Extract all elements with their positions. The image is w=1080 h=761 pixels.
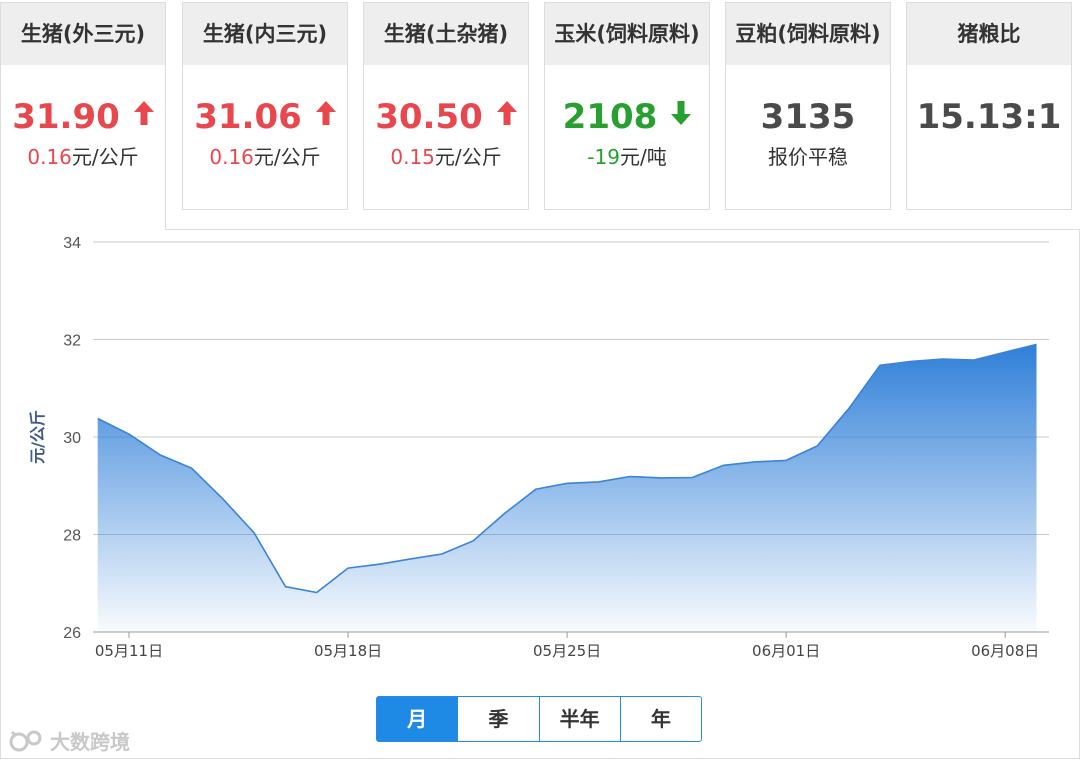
watermark-text: 大数跨境 [50,730,130,754]
range-tab-halfyear[interactable]: 半年 [538,697,620,741]
card-price: 2108 [545,97,709,137]
card-title: 玉米(饲料原料) [545,3,709,65]
card-title: 生猪(内三元) [183,3,347,65]
price-area-chart: 26 28 30 32 34 元/公斤 05月11日 05月18日 05月25日 06月01日 06… [28,235,1049,660]
card-corn[interactable]: 玉米(饲料原料) 2108 -19元/吨 [544,2,710,210]
card-pig-neisanyuan[interactable]: 生猪(内三元) 31.06 0.16元/公斤 [182,2,348,210]
card-title: 豆粕(饲料原料) [726,3,890,65]
card-title: 猪粮比 [907,3,1071,65]
card-title: 生猪(土杂猪) [364,3,528,65]
y-tick-label: 30 [63,430,81,447]
arrow-down-icon [671,94,692,134]
y-tick-label: 26 [63,625,81,642]
arrow-up-icon [133,94,154,134]
y-tick-label: 34 [63,235,81,252]
card-price: 31.90 [1,97,165,137]
card-pig-tuzazhu[interactable]: 生猪(土杂猪) 30.50 0.15元/公斤 [363,2,529,210]
watermark: 大数跨境 [8,726,130,755]
card-pig-waisanyuan[interactable]: 生猪(外三元) 31.90 0.16元/公斤 [0,2,166,230]
x-tick-label: 06月08日 [971,642,1039,660]
range-tab-month[interactable]: 月 [377,697,458,741]
x-tick-label: 05月11日 [95,642,163,660]
range-tab-quarter[interactable]: 季 [457,697,538,741]
card-price: 30.50 [364,97,528,137]
y-axis-label: 元/公斤 [28,410,47,464]
x-tick-label: 05月18日 [314,642,382,660]
card-change: 0.16元/公斤 [209,145,321,169]
card-pig-grain-ratio[interactable]: 猪粮比 15.13:1 [906,2,1072,210]
card-change: -19元/吨 [587,145,667,169]
card-price: 31.06 [183,97,347,137]
card-change: 0.16元/公斤 [27,145,139,169]
chart-panel: 26 28 30 32 34 元/公斤 05月11日 05月18日 05月25日 06月01日 06… [0,229,1080,759]
arrow-up-icon [496,94,517,134]
range-tab-year[interactable]: 年 [619,697,701,741]
card-price: 3135 [760,97,856,137]
card-change: 0.15元/公斤 [390,145,502,169]
card-soymeal[interactable]: 豆粕(饲料原料) 3135 报价平稳 [725,2,891,210]
range-selector: 月 季 半年 年 [376,696,702,742]
card-price: 15.13:1 [916,97,1062,137]
y-tick-label: 28 [63,528,81,545]
x-tick-label: 05月25日 [533,642,601,660]
series-area [97,344,1037,632]
y-tick-label: 32 [63,333,81,350]
arrow-up-icon [315,94,336,134]
price-cards: 生猪(外三元) 31.90 0.16元/公斤 生猪(内三元) 31.06 0.1… [0,0,1080,230]
x-tick-label: 06月01日 [752,642,820,660]
card-title: 生猪(外三元) [1,3,165,65]
watermark-logo-icon [9,730,42,751]
card-change: 报价平稳 [768,145,848,169]
